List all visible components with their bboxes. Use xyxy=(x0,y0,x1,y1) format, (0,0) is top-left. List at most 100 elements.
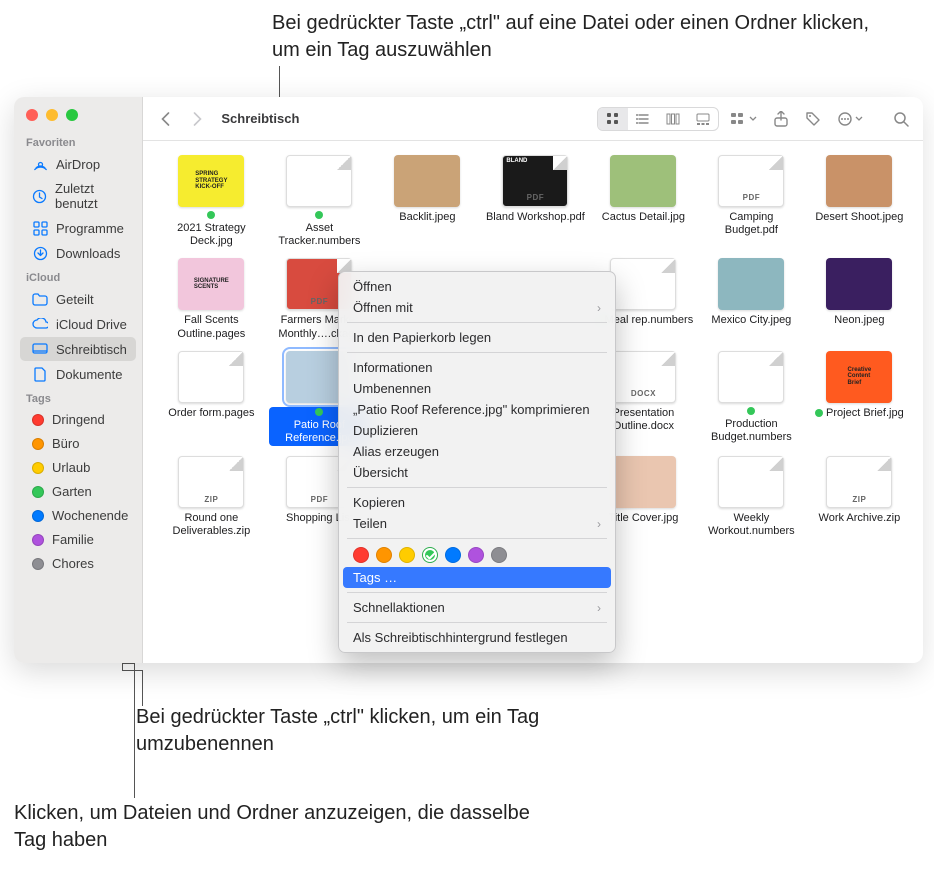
file-name-label: Mexico City.jpeg xyxy=(711,314,791,327)
close-icon[interactable] xyxy=(26,109,38,121)
sidebar-item-label: Büro xyxy=(52,436,79,451)
tag-dot-icon xyxy=(315,408,323,416)
desktop-icon xyxy=(32,341,48,357)
context-menu-item[interactable]: Teilen› xyxy=(339,513,615,534)
sidebar-item-label: Dokumente xyxy=(56,367,122,382)
tag-color-swatch[interactable] xyxy=(399,547,415,563)
file-item[interactable]: BLANDPDFBland Workshop.pdf xyxy=(485,155,585,248)
sidebar-item-label: Geteilt xyxy=(56,292,94,307)
sidebar-item-chores[interactable]: Chores xyxy=(20,552,136,575)
sidebar-item-familie[interactable]: Familie xyxy=(20,528,136,551)
grid-icon xyxy=(32,220,48,236)
share-button[interactable] xyxy=(769,107,793,131)
sidebar-item-programme[interactable]: Programme xyxy=(20,216,136,240)
callout-line xyxy=(142,670,143,706)
file-item[interactable]: Weekly Workout.numbers xyxy=(701,456,801,538)
group-button[interactable] xyxy=(727,107,761,131)
file-item[interactable]: Order form.pages xyxy=(161,351,261,446)
sidebar-item-dokumente[interactable]: Dokumente xyxy=(20,362,136,386)
forward-button[interactable] xyxy=(185,107,209,131)
list-view-button[interactable] xyxy=(628,108,658,130)
file-item[interactable]: Mexico City.jpeg xyxy=(701,258,801,340)
context-menu-item[interactable]: Öffnen mit› xyxy=(339,297,615,318)
tag-dot-icon xyxy=(32,414,44,426)
file-item[interactable]: SPRING STRATEGY KICK-OFF2021 Strategy De… xyxy=(161,155,261,248)
airdrop-icon xyxy=(32,156,48,172)
back-button[interactable] xyxy=(153,107,177,131)
context-menu-item[interactable]: „Patio Roof Reference.jpg" komprimieren xyxy=(339,399,615,420)
context-menu-item[interactable]: Als Schreibtischhintergrund festlegen xyxy=(339,627,615,648)
sidebar-heading: iCloud xyxy=(14,266,142,286)
document-icon xyxy=(286,155,352,207)
callout-line xyxy=(122,663,134,664)
context-menu-label: Öffnen mit xyxy=(353,300,413,315)
context-menu-item[interactable]: Duplizieren xyxy=(339,420,615,441)
sidebar-item-garten[interactable]: Garten xyxy=(20,480,136,503)
file-item[interactable]: Creative Content BriefProject Brief.jpg xyxy=(809,351,909,446)
gallery-view-button[interactable] xyxy=(688,108,718,130)
context-menu-item[interactable]: Übersicht xyxy=(339,462,615,483)
file-item[interactable]: ZIPWork Archive.zip xyxy=(809,456,909,538)
window-controls xyxy=(14,105,142,131)
file-item[interactable]: Asset Tracker.numbers xyxy=(269,155,369,248)
file-item[interactable]: Backlit.jpeg xyxy=(377,155,477,248)
action-button[interactable] xyxy=(833,107,867,131)
file-item[interactable]: Production Budget.numbers xyxy=(701,351,801,446)
tag-color-swatch[interactable] xyxy=(376,547,392,563)
location-title: Schreibtisch xyxy=(221,111,299,126)
tag-color-swatch[interactable] xyxy=(468,547,484,563)
context-menu-item[interactable]: Kopieren xyxy=(339,492,615,513)
tag-color-swatch[interactable] xyxy=(353,547,369,563)
context-menu-label: Informationen xyxy=(353,360,433,375)
sidebar-item-büro[interactable]: Büro xyxy=(20,432,136,455)
sidebar-item-wochenende[interactable]: Wochenende xyxy=(20,504,136,527)
image-thumb: SIGNATURE SCENTS xyxy=(178,258,244,310)
context-menu-label: Kopieren xyxy=(353,495,405,510)
sidebar-item-icloud-drive[interactable]: iCloud Drive xyxy=(20,312,136,336)
sidebar-item-geteilt[interactable]: Geteilt xyxy=(20,287,136,311)
file-item[interactable]: PDFCamping Budget.pdf xyxy=(701,155,801,248)
tag-dot-icon xyxy=(315,211,323,219)
context-menu-item[interactable]: Schnellaktionen› xyxy=(339,597,615,618)
context-menu-item[interactable]: Informationen xyxy=(339,357,615,378)
separator xyxy=(347,622,607,623)
sidebar-item-dringend[interactable]: Dringend xyxy=(20,408,136,431)
sidebar-item-label: Wochenende xyxy=(52,508,128,523)
context-menu-item[interactable]: Alias erzeugen xyxy=(339,441,615,462)
context-menu-label: Übersicht xyxy=(353,465,408,480)
tag-color-swatch[interactable] xyxy=(445,547,461,563)
sidebar-item-zuletzt-benutzt[interactable]: Zuletzt benutzt xyxy=(20,177,136,215)
file-item[interactable]: Neon.jpeg xyxy=(809,258,909,340)
context-menu-item[interactable]: Umbenennen xyxy=(339,378,615,399)
file-item[interactable]: Desert Shoot.jpeg xyxy=(809,155,909,248)
file-type-badge: PDF xyxy=(743,193,761,203)
tags-button[interactable] xyxy=(801,107,825,131)
document-icon: ZIP xyxy=(826,456,892,508)
context-menu-item[interactable]: In den Papierkorb legen xyxy=(339,327,615,348)
minimize-icon[interactable] xyxy=(46,109,58,121)
tag-color-swatch[interactable] xyxy=(491,547,507,563)
image-thumb: Creative Content Brief xyxy=(826,351,892,403)
sidebar-item-urlaub[interactable]: Urlaub xyxy=(20,456,136,479)
tag-color-swatch[interactable] xyxy=(422,547,438,563)
context-menu-item[interactable]: Öffnen xyxy=(339,276,615,297)
sidebar-item-label: Dringend xyxy=(52,412,105,427)
image-thumb xyxy=(610,155,676,207)
column-view-button[interactable] xyxy=(658,108,688,130)
file-item[interactable]: Cactus Detail.jpg xyxy=(593,155,693,248)
sidebar-item-label: iCloud Drive xyxy=(56,317,127,332)
file-item[interactable]: ZIPRound one Deliverables.zip xyxy=(161,456,261,538)
sidebar-item-schreibtisch[interactable]: Schreibtisch xyxy=(20,337,136,361)
file-name-label: 2021 Strategy Deck.jpg xyxy=(161,211,261,248)
zoom-icon[interactable] xyxy=(66,109,78,121)
sidebar-item-downloads[interactable]: Downloads xyxy=(20,241,136,265)
callout-line xyxy=(122,670,142,671)
document-icon: BLANDPDF xyxy=(502,155,568,207)
file-item[interactable]: SIGNATURE SCENTS Fall Scents Outline.page… xyxy=(161,258,261,340)
file-name-label: Fall Scents Outline.pages xyxy=(161,314,261,340)
search-button[interactable] xyxy=(889,107,913,131)
icon-view-button[interactable] xyxy=(598,108,628,130)
sidebar-item-airdrop[interactable]: AirDrop xyxy=(20,152,136,176)
context-menu-item-tags[interactable]: Tags … xyxy=(343,567,611,588)
file-name-label: Cactus Detail.jpg xyxy=(602,211,685,224)
